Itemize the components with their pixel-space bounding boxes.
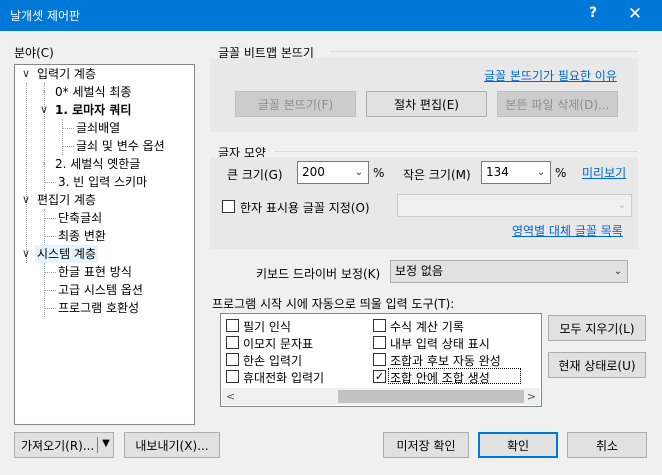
tree-line (44, 209, 45, 245)
expand-icon[interactable]: ∨ (21, 245, 31, 263)
startup-tools-list[interactable]: 필기 인식 이모지 문자표 한손 입력기 휴대전화 입력기 수식 계산 기록 내… (220, 313, 542, 407)
keyboard-driver-combo[interactable]: 보정 없음 ⌄ (390, 260, 628, 283)
window-title: 날개셋 제어판 (10, 9, 81, 23)
percent-label: % (373, 166, 385, 180)
percent-label: % (555, 166, 567, 180)
checkbox[interactable] (226, 370, 239, 383)
chevron-down-icon: ⌄ (617, 200, 627, 211)
tree-item-advanced-system[interactable]: 고급 시스템 옵션 (58, 281, 143, 299)
list-item[interactable]: 필기 인식 (243, 318, 291, 335)
list-item[interactable]: 조합과 후보 자동 완성 (390, 352, 501, 369)
expand-icon[interactable]: ∨ (21, 65, 31, 83)
big-size-value: 200 (302, 165, 325, 179)
list-item[interactable]: 수식 계산 기록 (390, 318, 464, 335)
section-divider (330, 51, 638, 52)
tree-line (44, 272, 56, 273)
copy-font-button[interactable]: 글꼴 본뜨기(F) (235, 91, 356, 117)
tree-line (44, 182, 56, 183)
tree-line (44, 308, 56, 309)
expand-icon[interactable]: ∨ (21, 191, 31, 209)
unsaved-check-button[interactable]: 미저장 확인 (383, 432, 469, 458)
big-size-combo[interactable]: 200 ⌄ (297, 161, 369, 184)
region-font-list-link[interactable]: 영역별 대체 글꼴 목록 (512, 222, 623, 239)
import-button-label: 가져오기(R)... (21, 438, 95, 453)
list-item[interactable]: 한손 입력기 (243, 352, 302, 369)
tree-line (44, 236, 56, 237)
checkbox[interactable]: ✓ (373, 370, 386, 383)
tree-item-romaja-qwerty[interactable]: 1. 로마자 쿼티 (55, 101, 131, 119)
ok-button[interactable]: 확인 (478, 432, 558, 458)
section-divider (274, 151, 638, 152)
tree-line (62, 128, 74, 129)
edit-procedure-button[interactable]: 절차 편집(E) (366, 91, 487, 117)
tree-line (44, 290, 56, 291)
split-divider (97, 437, 98, 453)
checkbox[interactable] (373, 336, 386, 349)
tree-line (62, 146, 74, 147)
checkbox[interactable] (226, 319, 239, 332)
hanja-font-combo[interactable]: ⌄ (397, 194, 632, 217)
chevron-down-icon: ⌄ (613, 266, 623, 277)
clear-all-button[interactable]: 모두 지우기(L) (548, 315, 646, 341)
category-label: 분야(C) (14, 46, 54, 60)
tree-item-editor-layer[interactable]: 편집기 계층 (37, 191, 96, 209)
list-item[interactable]: 휴대전화 입력기 (243, 369, 324, 386)
delete-copied-file-button[interactable]: 본뜬 파일 삭제(D)... (497, 91, 618, 117)
tree-item-system-layer[interactable]: 시스템 계층 (35, 245, 99, 263)
export-button[interactable]: 내보내기(X)... (124, 432, 220, 458)
tree-item-old-hangul[interactable]: 2. 세벌식 옛한글 (55, 155, 140, 173)
title-bar: 날개셋 제어판 ? ✕ (0, 0, 662, 31)
list-item[interactable]: 조합 안에 조합 생성 (390, 369, 490, 386)
tree-item-key-options[interactable]: 글쇠 및 변수 옵션 (76, 137, 165, 155)
tree-line (62, 119, 63, 155)
tree-line (44, 218, 56, 219)
scroll-right-icon[interactable]: > (523, 388, 540, 405)
preview-link[interactable]: 미리보기 (582, 164, 626, 181)
scrollbar-thumb[interactable] (338, 390, 524, 403)
tree-item-sebeolsik-final[interactable]: 0* 세벌식 최종 (55, 83, 131, 101)
tree-item-final-convert[interactable]: 최종 변환 (58, 227, 106, 245)
tree-item-input-layer[interactable]: 입력기 계층 (37, 65, 96, 83)
tree-item-hangul-display[interactable]: 한글 표현 방식 (58, 263, 132, 281)
category-tree[interactable]: ∨ 입력기 계층 › 0* 세벌식 최종 ∨ 1. 로마자 쿼티 글쇠배열 글쇠… (14, 64, 195, 425)
chevron-down-icon: ⌄ (536, 167, 546, 178)
tree-item-empty-schema[interactable]: 3. 빈 입력 스키마 (58, 173, 147, 191)
keyboard-driver-value: 보정 없음 (395, 264, 443, 278)
startup-tools-label: 프로그램 시작 시에 자동으로 띄울 입력 도구(T): (212, 297, 455, 311)
expand-icon[interactable]: ∨ (39, 101, 49, 119)
checkbox[interactable] (373, 319, 386, 332)
help-button[interactable]: ? (586, 5, 600, 21)
checkbox[interactable] (373, 353, 386, 366)
horizontal-scrollbar[interactable]: < > (222, 388, 540, 405)
list-item[interactable]: 내부 입력 상태 표시 (390, 335, 490, 352)
tree-item-shortcuts[interactable]: 단축글쇠 (58, 209, 102, 227)
tree-item-key-layout[interactable]: 글쇠배열 (76, 119, 120, 137)
cancel-button[interactable]: 취소 (567, 432, 647, 458)
small-size-value: 134 (486, 165, 509, 179)
tree-item-compatibility[interactable]: 프로그램 호환성 (58, 299, 139, 317)
small-size-combo[interactable]: 134 ⌄ (481, 161, 551, 184)
bitmap-reason-link[interactable]: 글꼴 본뜨기가 필요한 이유 (484, 67, 617, 84)
collapse-icon[interactable]: › (39, 155, 49, 173)
scroll-left-icon[interactable]: < (222, 388, 239, 405)
close-button[interactable]: ✕ (626, 4, 644, 24)
collapse-icon[interactable]: › (39, 83, 49, 101)
checkbox[interactable] (226, 336, 239, 349)
list-item[interactable]: 이모지 문자표 (243, 335, 313, 352)
checkbox[interactable] (226, 353, 239, 366)
keyboard-driver-label: 키보드 드라이버 보정(K) (256, 267, 381, 281)
hanja-font-label: 한자 표시용 글꼴 지정(O) (240, 201, 370, 215)
big-size-label: 큰 크기(G) (227, 168, 283, 182)
tree-line (26, 83, 27, 263)
chevron-down-icon: ⌄ (354, 167, 364, 178)
current-state-button[interactable]: 현재 상태로(U) (548, 352, 646, 378)
hanja-font-checkbox[interactable] (222, 200, 235, 213)
small-size-label: 작은 크기(M) (403, 168, 471, 182)
dropdown-arrow-icon[interactable]: ▼ (99, 438, 113, 449)
